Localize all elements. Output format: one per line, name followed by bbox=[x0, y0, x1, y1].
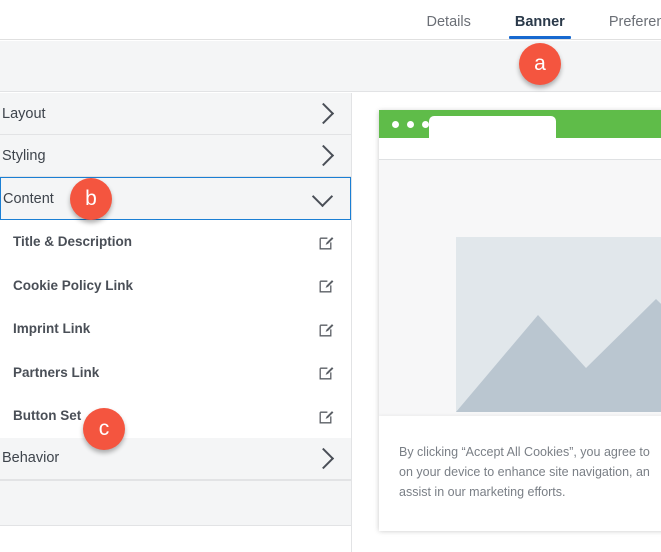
edit-pencil-square-icon[interactable] bbox=[319, 364, 335, 380]
window-dot-icon bbox=[407, 121, 414, 128]
accordion-section-content[interactable]: Content bbox=[0, 177, 351, 220]
accordion-section-styling-label: Styling bbox=[2, 147, 46, 164]
window-dot-icon bbox=[422, 121, 429, 128]
tab-details[interactable]: Details bbox=[427, 14, 471, 39]
cookie-banner-text: By clicking “Accept All Cookies”, you ag… bbox=[399, 445, 650, 499]
accordion-section-styling[interactable]: Styling bbox=[0, 135, 351, 177]
browser-tab-mock bbox=[429, 116, 556, 138]
list-item-label: Cookie Policy Link bbox=[13, 277, 134, 293]
list-item-label: Button Set bbox=[13, 408, 82, 424]
tab-preferences-label: Preferences bbox=[608, 14, 661, 30]
edit-pencil-square-icon[interactable] bbox=[319, 321, 335, 337]
banner-preview-panel: By clicking “Accept All Cookies”, you ag… bbox=[368, 93, 661, 552]
tab-preferences[interactable]: Preferences bbox=[609, 14, 661, 39]
browser-viewport: By clicking “Accept All Cookies”, you ag… bbox=[379, 160, 661, 531]
image-placeholder-icon bbox=[456, 237, 661, 412]
content-item-list: Title & Description Cookie Policy Link I… bbox=[0, 220, 351, 438]
tab-details-label: Details bbox=[426, 14, 471, 30]
accordion-section-content-label: Content bbox=[3, 190, 54, 207]
tab-banner-label: Banner bbox=[514, 14, 565, 30]
list-item-imprint-link[interactable]: Imprint Link bbox=[0, 307, 351, 351]
annotation-badge-b: b bbox=[70, 178, 112, 220]
chevron-right-icon bbox=[312, 447, 335, 469]
list-item-label: Imprint Link bbox=[13, 321, 91, 337]
accordion-section-layout[interactable]: Layout bbox=[0, 93, 351, 135]
cookie-consent-banner: By clicking “Accept All Cookies”, you ag… bbox=[379, 416, 661, 531]
chevron-down-icon bbox=[311, 185, 334, 207]
edit-pencil-square-icon[interactable] bbox=[319, 408, 335, 424]
edit-pencil-square-icon[interactable] bbox=[319, 277, 335, 293]
active-tab-underline bbox=[508, 36, 571, 39]
tab-banner[interactable]: Banner bbox=[508, 14, 571, 39]
window-dot-icon bbox=[392, 121, 399, 128]
list-item-label: Partners Link bbox=[13, 364, 100, 380]
settings-accordion-panel: Layout Styling Content Title & Descripti… bbox=[0, 93, 352, 552]
banner-settings-screen: Details Banner Preferences Layout Stylin… bbox=[0, 0, 661, 552]
browser-chrome bbox=[379, 110, 661, 138]
accordion-footer-row bbox=[0, 479, 351, 526]
chevron-right-icon bbox=[312, 144, 335, 167]
annotation-badge-c: c bbox=[83, 408, 125, 450]
browser-toolbar-mock bbox=[379, 138, 661, 160]
accordion-section-behavior-label: Behavior bbox=[2, 450, 60, 466]
window-controls bbox=[392, 121, 429, 128]
list-item-cookie-policy-link[interactable]: Cookie Policy Link bbox=[0, 264, 351, 308]
browser-mockup: By clicking “Accept All Cookies”, you ag… bbox=[379, 110, 661, 531]
list-item-label: Title & Description bbox=[13, 234, 133, 250]
accordion-section-behavior[interactable]: Behavior bbox=[0, 437, 351, 480]
annotation-badge-b-label: b bbox=[85, 187, 97, 210]
annotation-badge-a-label: a bbox=[534, 52, 546, 75]
list-item-button-set[interactable]: Button Set bbox=[0, 394, 351, 438]
tab-bar: Details Banner Preferences bbox=[0, 0, 661, 40]
list-item-partners-link[interactable]: Partners Link bbox=[0, 351, 351, 395]
edit-pencil-square-icon[interactable] bbox=[319, 234, 335, 250]
chevron-right-icon bbox=[312, 102, 335, 125]
toolbar-band bbox=[0, 41, 661, 92]
accordion-section-layout-label: Layout bbox=[2, 105, 46, 122]
annotation-badge-a: a bbox=[519, 43, 561, 85]
list-item-title-description[interactable]: Title & Description bbox=[0, 220, 351, 264]
annotation-badge-c-label: c bbox=[98, 417, 110, 440]
